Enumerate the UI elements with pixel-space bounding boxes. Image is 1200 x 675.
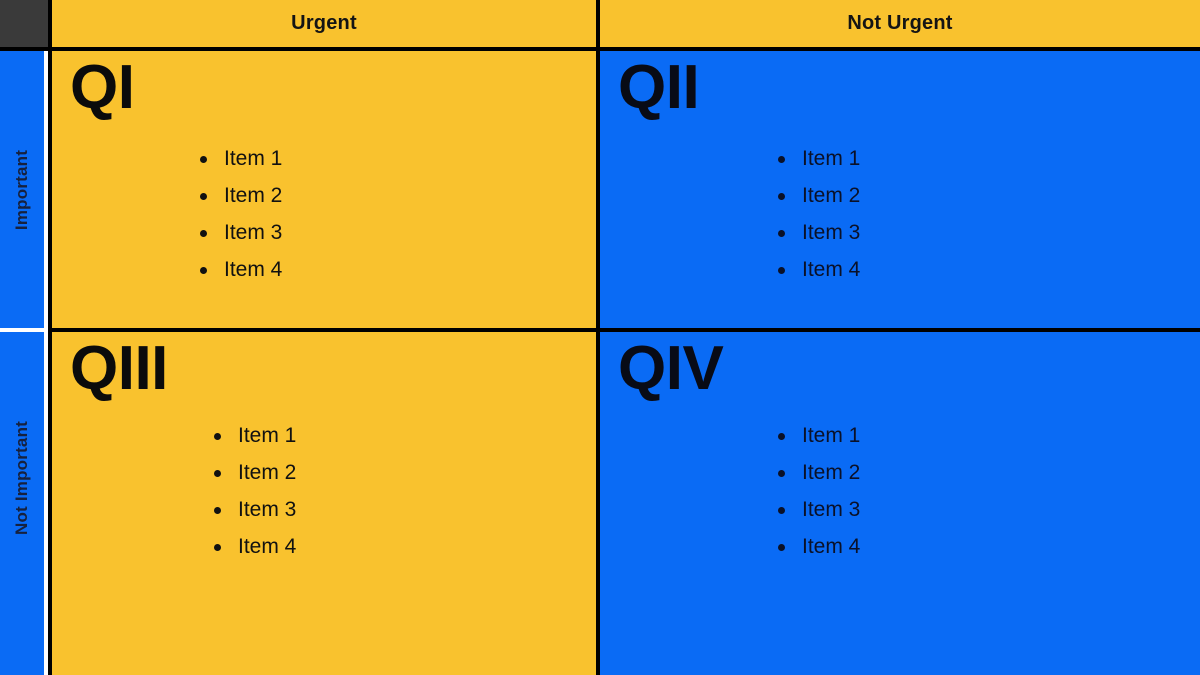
list-item-label: Item 1: [802, 147, 861, 170]
bullet-icon: [778, 267, 785, 274]
gridline-horizontal-mid: [48, 328, 1200, 332]
list-item: Item 3: [776, 221, 860, 245]
list-item-label: Item 4: [238, 535, 297, 558]
quadrant-q2-title: QII: [618, 53, 700, 122]
quadrant-q3: QIII Item 1 Item 2 Item 3 Item 4: [52, 332, 596, 675]
bullet-icon: [778, 156, 785, 163]
bullet-icon: [214, 433, 221, 440]
list-item-label: Item 2: [224, 184, 283, 207]
row-header-not-important-label: Not Important: [12, 420, 31, 535]
quadrant-q1: QI Item 1 Item 2 Item 3 Item 4: [52, 51, 596, 328]
list-item: Item 2: [776, 184, 860, 208]
list-item-label: Item 1: [238, 424, 297, 447]
list-item-label: Item 1: [802, 424, 861, 447]
bullet-icon: [214, 470, 221, 477]
list-item: Item 2: [776, 461, 860, 485]
quadrant-q2: QII Item 1 Item 2 Item 3 Item 4: [600, 51, 1200, 328]
bullet-icon: [200, 267, 207, 274]
row-header-not-important: Not Important: [0, 332, 44, 675]
list-item-label: Item 2: [238, 461, 297, 484]
list-item-label: Item 2: [802, 461, 861, 484]
list-item: Item 3: [198, 221, 282, 245]
bullet-icon: [200, 156, 207, 163]
column-header-not-urgent-label: Not Urgent: [847, 12, 953, 34]
list-item-label: Item 1: [224, 147, 283, 170]
eisenhower-matrix: Urgent Not Urgent Important Not Importan…: [0, 0, 1200, 675]
bullet-icon: [778, 433, 785, 440]
matrix-corner-cell: [0, 0, 48, 47]
quadrant-q3-title: QIII: [70, 334, 168, 403]
quadrant-q4: QIV Item 1 Item 2 Item 3 Item 4: [600, 332, 1200, 675]
quadrant-q4-title: QIV: [618, 334, 724, 403]
quadrant-q1-list: Item 1 Item 2 Item 3 Item 4: [198, 147, 282, 295]
bullet-icon: [200, 193, 207, 200]
column-header-urgent: Urgent: [52, 0, 596, 47]
quadrant-q2-list: Item 1 Item 2 Item 3 Item 4: [776, 147, 860, 295]
row-header-important-label: Important: [12, 149, 31, 230]
list-item-label: Item 4: [224, 258, 283, 281]
quadrant-q1-title: QI: [70, 53, 135, 122]
list-item: Item 4: [776, 535, 860, 559]
list-item-label: Item 3: [802, 498, 861, 521]
bullet-icon: [214, 507, 221, 514]
list-item: Item 4: [212, 535, 296, 559]
column-header-urgent-label: Urgent: [291, 12, 357, 34]
list-item: Item 4: [776, 258, 860, 282]
list-item: Item 2: [212, 461, 296, 485]
list-item-label: Item 4: [802, 258, 861, 281]
bullet-icon: [778, 544, 785, 551]
list-item-label: Item 3: [224, 221, 283, 244]
list-item: Item 3: [212, 498, 296, 522]
bullet-icon: [778, 507, 785, 514]
list-item: Item 1: [212, 424, 296, 448]
bullet-icon: [200, 230, 207, 237]
quadrant-q4-list: Item 1 Item 2 Item 3 Item 4: [776, 424, 860, 572]
column-header-not-urgent: Not Urgent: [600, 0, 1200, 47]
list-item-label: Item 2: [802, 184, 861, 207]
gridline-vertical-left: [48, 0, 52, 675]
list-item: Item 1: [776, 424, 860, 448]
list-item-label: Item 3: [238, 498, 297, 521]
list-item: Item 2: [198, 184, 282, 208]
list-item: Item 3: [776, 498, 860, 522]
bullet-icon: [214, 544, 221, 551]
quadrant-q3-list: Item 1 Item 2 Item 3 Item 4: [212, 424, 296, 572]
row-header-important: Important: [0, 51, 44, 328]
gridline-horizontal-top: [0, 47, 1200, 51]
gridline-vertical-center: [596, 0, 600, 675]
bullet-icon: [778, 230, 785, 237]
bullet-icon: [778, 193, 785, 200]
list-item: Item 4: [198, 258, 282, 282]
list-item-label: Item 3: [802, 221, 861, 244]
list-item-label: Item 4: [802, 535, 861, 558]
bullet-icon: [778, 470, 785, 477]
list-item: Item 1: [198, 147, 282, 171]
list-item: Item 1: [776, 147, 860, 171]
